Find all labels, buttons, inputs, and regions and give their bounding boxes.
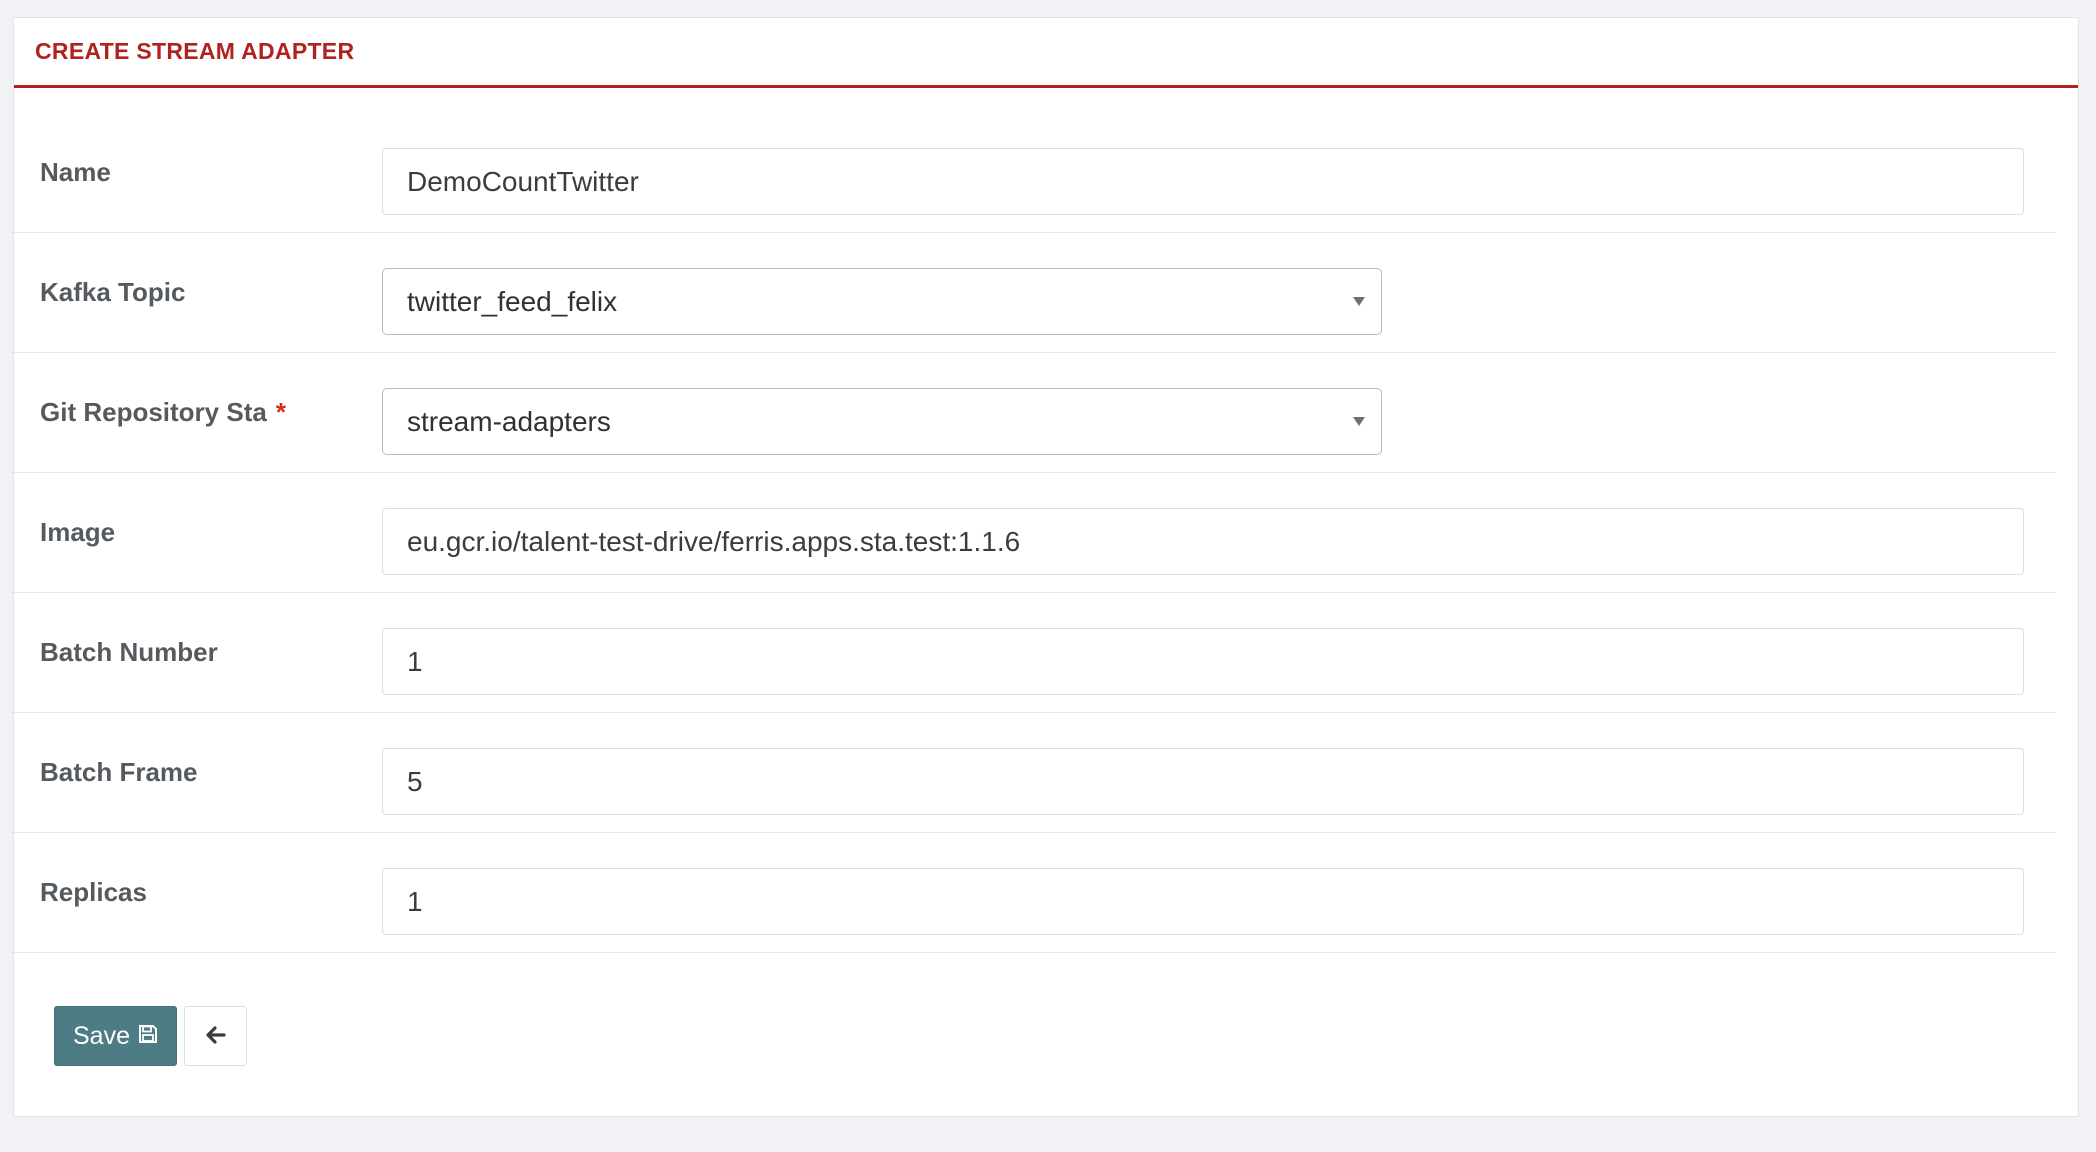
page-title: CREATE STREAM ADAPTER (35, 38, 355, 64)
git-repository-select[interactable]: stream-adapters (382, 388, 1382, 455)
form-row-image: Image (11, 473, 2055, 593)
replicas-input[interactable] (382, 868, 2024, 935)
floppy-disk-icon (138, 1022, 158, 1051)
name-input[interactable] (382, 148, 2024, 215)
batch-number-label: Batch Number (40, 637, 218, 667)
arrow-left-icon (205, 1025, 227, 1048)
form-row-batch-number: Batch Number (11, 593, 2055, 713)
chevron-down-icon (1353, 296, 1365, 306)
kafka-topic-select[interactable]: twitter_feed_felix (382, 268, 1382, 335)
image-input[interactable] (382, 508, 2024, 575)
save-button[interactable]: Save (54, 1006, 177, 1066)
form-row-git-repository: Git Repository Sta * stream-adapters (11, 353, 2055, 473)
form-row-replicas: Replicas (11, 833, 2055, 953)
kafka-topic-selected-value: twitter_feed_felix (407, 285, 618, 317)
name-label: Name (40, 157, 111, 187)
back-button[interactable] (184, 1006, 247, 1066)
git-repository-label-text: Git Repository Sta (40, 397, 267, 427)
replicas-label: Replicas (40, 877, 147, 907)
form-row-batch-frame: Batch Frame (11, 713, 2055, 833)
save-button-label: Save (73, 1021, 130, 1050)
form-row-name: Name (11, 113, 2055, 233)
git-repository-selected-value: stream-adapters (407, 405, 611, 437)
stream-adapter-form: Name Kafka Topic twitter_feed_felix Git … (11, 113, 2055, 953)
image-label: Image (40, 517, 116, 547)
form-actions: Save (54, 1006, 247, 1066)
required-asterisk: * (275, 397, 286, 427)
panel-header: CREATE STREAM ADAPTER (14, 18, 2078, 88)
form-row-kafka-topic: Kafka Topic twitter_feed_felix (11, 233, 2055, 353)
batch-number-input[interactable] (382, 628, 2024, 695)
batch-frame-label: Batch Frame (40, 757, 198, 787)
git-repository-label: Git Repository Sta * (40, 353, 286, 472)
chevron-down-icon (1353, 416, 1365, 426)
batch-frame-input[interactable] (382, 748, 2024, 815)
kafka-topic-label: Kafka Topic (40, 277, 186, 307)
